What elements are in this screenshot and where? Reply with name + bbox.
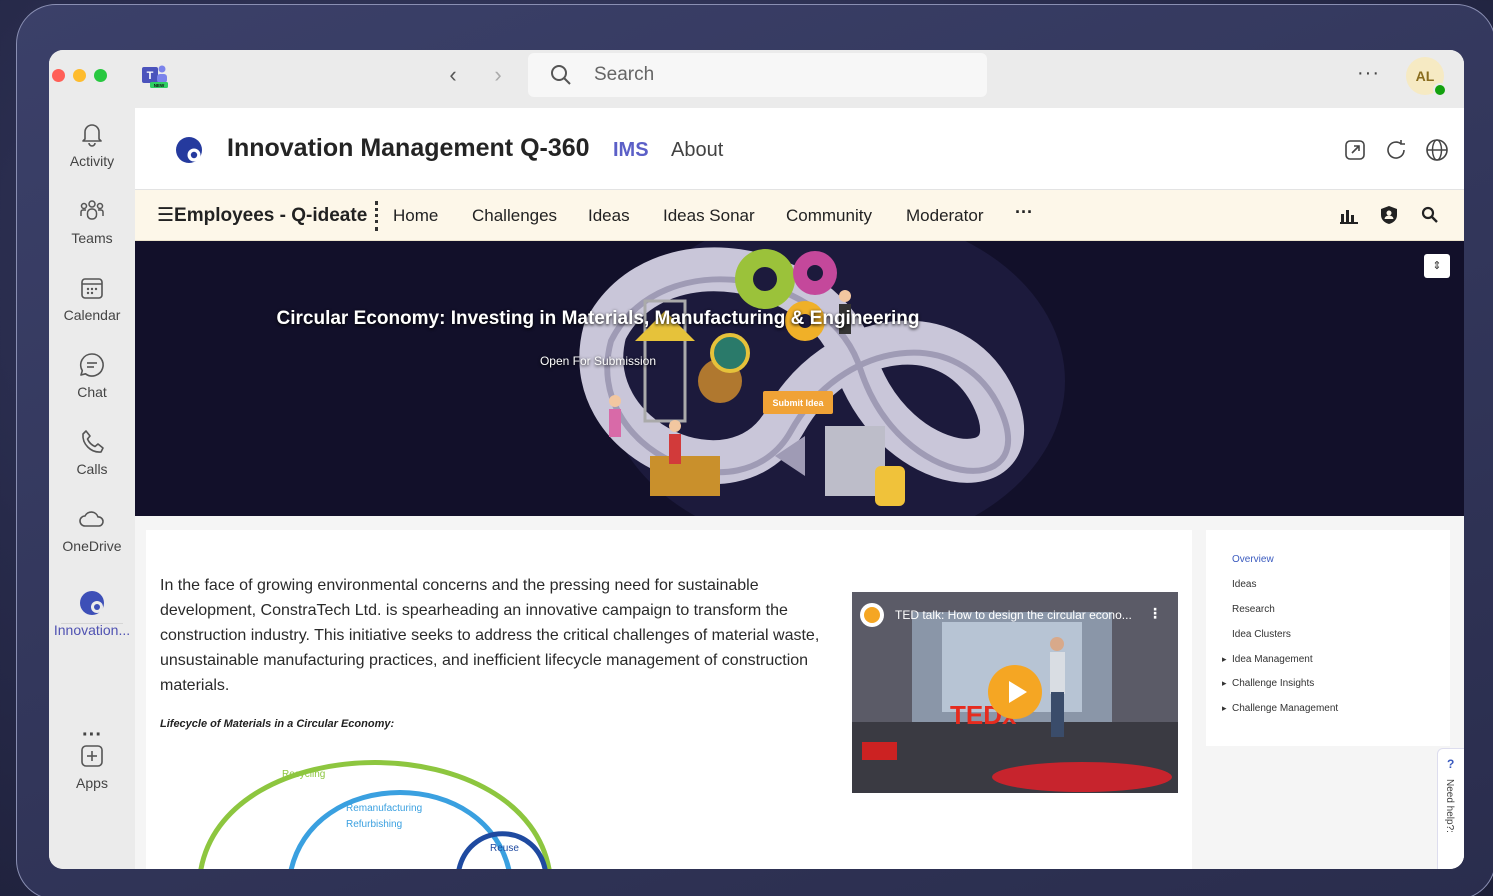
nav-challenges[interactable]: Challenges <box>472 206 557 226</box>
label-remanufacturing: Remanufacturing <box>346 803 422 814</box>
maximize-window-button[interactable] <box>94 69 107 82</box>
svg-text:NEW: NEW <box>154 83 165 88</box>
title-bar: T NEW ‹ › ··· AL <box>49 50 1464 108</box>
challenge-intro-text: In the face of growing environmental con… <box>160 577 820 694</box>
search-bar[interactable] <box>528 53 987 97</box>
more-options-icon[interactable]: ··· <box>1357 62 1380 85</box>
rail-label: Calls <box>76 461 108 477</box>
side-nav-challenge-management[interactable]: Challenge Management <box>1222 703 1338 714</box>
nav-more-icon[interactable]: ··· <box>1015 202 1033 223</box>
innovation-logo-icon <box>176 137 202 163</box>
app-title: Innovation Management Q-360 <box>227 134 590 162</box>
challenge-side-nav: Overview Ideas Research Idea Clusters Id… <box>1206 530 1450 746</box>
cloud-icon <box>79 511 104 527</box>
presence-available-icon <box>1433 83 1447 97</box>
bell-icon <box>82 124 102 147</box>
app-content: Innovation Management Q-360 IMS About ☰E… <box>135 108 1464 869</box>
challenge-banner: Circular Economy: Investing in Materials… <box>135 241 1464 516</box>
admin-shield-icon[interactable] <box>1379 205 1399 225</box>
challenge-status: Open For Submission <box>539 354 657 368</box>
popout-icon[interactable] <box>1343 138 1367 162</box>
close-window-button[interactable] <box>52 69 65 82</box>
rail-item-activity[interactable]: Activity <box>49 120 135 169</box>
follow-challenge-icon[interactable]: ⇕ <box>1424 254 1450 278</box>
refresh-icon[interactable] <box>1384 138 1408 162</box>
rail-label: Apps <box>76 775 108 791</box>
ted-video-player[interactable]: TEDx TED talk: How to design the circula… <box>852 592 1178 793</box>
lifecycle-heading: Lifecycle of Materials in a Circular Eco… <box>160 718 395 730</box>
search-icon <box>551 65 571 85</box>
side-nav-idea-clusters[interactable]: Idea Clusters <box>1232 629 1291 640</box>
rail-label: Teams <box>71 230 113 246</box>
rail-label: Innovation... <box>53 622 131 638</box>
label-refurbishing: Refurbishing <box>346 819 402 830</box>
side-nav-ideas[interactable]: Ideas <box>1232 579 1256 590</box>
innovation-app-icon <box>80 591 104 615</box>
nav-ideas-sonar[interactable]: Ideas Sonar <box>663 206 755 226</box>
nav-community[interactable]: Community <box>786 206 872 226</box>
tab-ims[interactable]: IMS <box>613 139 649 162</box>
label-reuse: Reuse <box>490 843 519 854</box>
rail-label: OneDrive <box>62 538 122 554</box>
label-recycling: Recycling <box>282 769 325 780</box>
help-question-icon: ? <box>1447 757 1455 771</box>
rail-label: Chat <box>77 384 107 400</box>
nav-ideas[interactable]: Ideas <box>588 206 630 226</box>
avatar[interactable]: AL <box>1406 57 1447 97</box>
teams-logo-icon: T NEW <box>142 65 168 88</box>
video-menu-icon[interactable]: ⋮ <box>1148 605 1162 622</box>
play-icon[interactable] <box>988 665 1042 719</box>
minimize-window-button[interactable] <box>73 69 86 82</box>
back-arrow-icon[interactable]: ‹ <box>441 62 465 88</box>
menu-brand-button[interactable]: ☰Employees - Q-ideate <box>157 204 367 227</box>
rail-item-innovation[interactable]: Innovation... <box>49 589 135 638</box>
phone-icon <box>82 430 104 453</box>
teams-window: T NEW ‹ › ··· AL Activity <box>49 50 1464 869</box>
subnav-divider <box>375 201 378 231</box>
nav-moderator[interactable]: Moderator <box>906 206 983 226</box>
search-icon[interactable] <box>1420 205 1440 225</box>
challenge-description-card: In the face of growing environmental con… <box>146 530 1192 869</box>
rail-item-teams[interactable]: Teams <box>49 197 135 246</box>
lifecycle-diagram: Recycling Remanufacturing Refurbishing R… <box>198 760 552 869</box>
challenge-title: Circular Economy: Investing in Materials… <box>276 308 920 329</box>
tab-about[interactable]: About <box>671 139 723 162</box>
rail-item-onedrive[interactable]: OneDrive <box>49 505 135 554</box>
teams-icon <box>80 200 104 220</box>
nav-home[interactable]: Home <box>393 206 438 226</box>
rail-item-calls[interactable]: Calls <box>49 428 135 477</box>
search-input[interactable] <box>594 61 954 89</box>
add-apps-icon <box>81 745 103 767</box>
chat-icon <box>79 353 104 377</box>
avatar-initials: AL <box>1415 68 1435 84</box>
side-nav-overview[interactable]: Overview <box>1232 554 1274 565</box>
need-help-tab[interactable]: ? Need help?: <box>1437 748 1464 869</box>
side-nav-challenge-insights[interactable]: Challenge Insights <box>1222 678 1314 689</box>
side-nav-research[interactable]: Research <box>1232 604 1275 615</box>
rail-item-calendar[interactable]: Calendar <box>49 274 135 323</box>
side-nav-idea-management[interactable]: Idea Management <box>1222 654 1313 665</box>
analytics-chart-icon[interactable] <box>1339 205 1359 225</box>
video-title: TED talk: How to design the circular eco… <box>895 608 1132 622</box>
svg-text:T: T <box>147 70 154 82</box>
app-header: Innovation Management Q-360 IMS About <box>135 108 1464 190</box>
rail-item-apps[interactable]: Apps <box>49 742 135 791</box>
globe-icon[interactable] <box>1425 138 1449 162</box>
rail-label: Calendar <box>63 307 121 323</box>
app-rail: Activity Teams Calendar Chat Calls OneDr… <box>49 108 135 869</box>
rail-label: Activity <box>69 153 115 169</box>
submit-idea-button[interactable]: Submit Idea <box>763 391 833 414</box>
need-help-label: Need help?: <box>1444 779 1455 833</box>
forward-arrow-icon[interactable]: › <box>486 62 510 88</box>
sub-navigation: ☰Employees - Q-ideate Home Challenges Id… <box>135 190 1464 241</box>
rail-item-chat[interactable]: Chat <box>49 351 135 400</box>
circular-economy-illustration <box>135 241 1464 516</box>
calendar-icon <box>81 278 103 299</box>
